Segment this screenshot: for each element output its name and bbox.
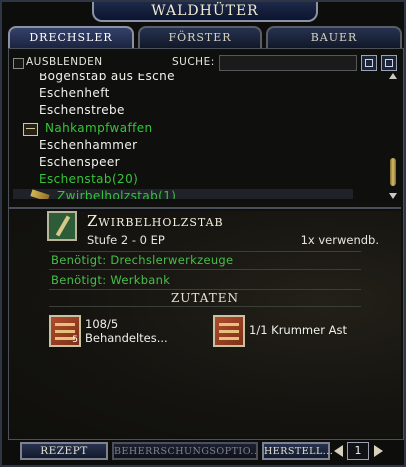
filter-bar: Ausblenden Suche: — [13, 55, 399, 73]
scroll-down-icon[interactable] — [389, 193, 397, 199]
profession-tabs: Drechsler Förster Bauer — [8, 26, 402, 48]
craft-button[interactable]: Herstell... — [262, 442, 333, 460]
collapse-all-button[interactable] — [381, 55, 397, 71]
divider — [49, 251, 361, 252]
recipe-list: Bogenstab aus Esche Eschenheft Eschenstr… — [13, 73, 385, 199]
recipe-list-scrollbar[interactable] — [387, 73, 399, 199]
list-item-label: Bogenstab aus Esche — [39, 73, 175, 83]
search-input[interactable] — [219, 55, 357, 71]
hide-label: Ausblenden — [26, 56, 103, 68]
divider — [49, 269, 361, 270]
crafting-window: Waldhüter Drechsler Förster Bauer Ausble… — [0, 0, 406, 467]
expand-icon — [365, 59, 373, 67]
scroll-up-icon[interactable] — [389, 73, 397, 79]
list-item[interactable]: Eschenstrebe — [39, 103, 125, 119]
recipe-name: Zwirbelholzstab — [87, 212, 224, 230]
list-item-label: Nahkampfwaffen — [45, 121, 153, 135]
list-item[interactable]: Eschenstab(20) — [39, 172, 138, 188]
recipe-button[interactable]: Rezept — [20, 442, 108, 460]
ingredient-1-text: 108/5 Behandeltes... — [85, 317, 168, 345]
collapse-category-icon[interactable] — [23, 123, 38, 136]
list-item[interactable]: Eschenspeer — [39, 155, 120, 171]
expand-all-button[interactable] — [361, 55, 377, 71]
divider — [9, 207, 401, 209]
mastery-options-button[interactable]: Beherrschungsoptio... — [112, 442, 258, 460]
list-item-label: Zwirbelholzstab(1) — [57, 189, 177, 199]
list-item-label: Eschenspeer — [39, 155, 120, 169]
staff-icon — [30, 189, 50, 199]
list-item-selected[interactable]: Zwirbelholzstab(1) — [13, 189, 353, 199]
scroll-thumb[interactable] — [390, 158, 396, 186]
recipe-uses: 1x verwendb. — [300, 233, 379, 247]
recipe-details: Zwirbelholzstab Stufe 2 - 0 EP 1x verwen… — [9, 211, 401, 437]
bottom-bar: Rezept Beherrschungsoptio... Herstell...… — [8, 442, 402, 464]
list-item[interactable]: Bogenstab aus Esche — [39, 73, 175, 85]
decrease-quantity-icon[interactable] — [334, 445, 343, 457]
window-title-bar[interactable]: Waldhüter — [92, 2, 318, 22]
ingredient-1-name: Behandeltes... — [85, 331, 168, 345]
increase-quantity-icon[interactable] — [374, 445, 383, 457]
staff-icon[interactable] — [47, 211, 77, 241]
window-title: Waldhüter — [151, 3, 259, 19]
list-item[interactable]: Eschenheft — [39, 86, 110, 102]
divider — [49, 306, 361, 307]
ingredient-count-badge: 5 — [72, 335, 78, 345]
list-item-label: Eschenstrebe — [39, 103, 125, 117]
hide-checkbox[interactable] — [13, 58, 24, 69]
quantity-field[interactable]: 1 — [347, 442, 369, 460]
list-item-label: Eschenstab(20) — [39, 172, 139, 186]
recipe-stage: Stufe 2 - 0 EP — [87, 233, 165, 247]
crooked-branch-icon[interactable] — [213, 315, 245, 347]
requirement-tool: Benötigt: Drechslerwerkzeuge — [51, 253, 234, 267]
list-item-label: Eschenhammer — [39, 138, 138, 152]
collapse-icon — [385, 59, 393, 67]
search-label: Suche: — [172, 56, 215, 68]
requirement-station: Benötigt: Werkbank — [51, 273, 171, 287]
ingredients-header: Zutaten — [170, 291, 240, 305]
tab-foerster[interactable]: Förster — [138, 26, 262, 48]
tab-bauer[interactable]: Bauer — [266, 26, 402, 48]
ingredient-1-count: 108/5 — [85, 317, 119, 331]
treated-wood-icon[interactable]: 5 — [49, 315, 81, 347]
recipe-panel: Ausblenden Suche: Bogenstab aus Esche Es… — [8, 48, 404, 440]
tab-drechsler[interactable]: Drechsler — [8, 26, 134, 48]
ingredient-2-text: 1/1 Krummer Ast — [249, 323, 347, 337]
list-item[interactable]: Eschenhammer — [39, 138, 137, 154]
divider — [49, 289, 361, 290]
list-item-label: Eschenheft — [39, 86, 110, 100]
